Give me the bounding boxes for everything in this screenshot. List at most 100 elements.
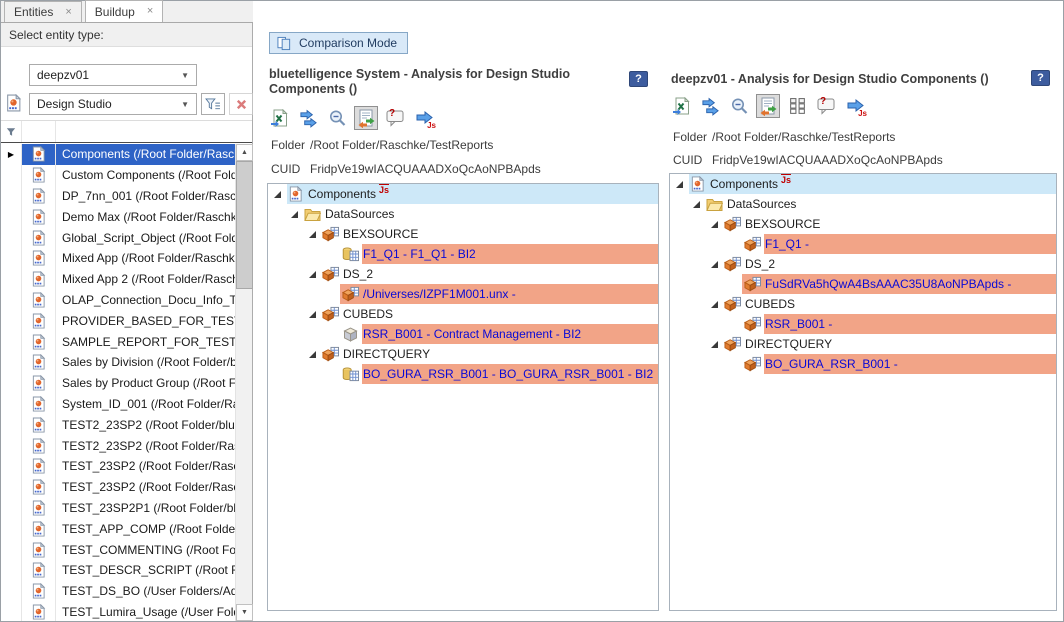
entity-icon: [22, 456, 56, 477]
tree-item-datasources[interactable]: DataSources: [670, 194, 1056, 214]
tree-item-datasource[interactable]: RSR_B001 -: [670, 314, 1056, 334]
tree-item-datasource[interactable]: F1_Q1 - F1_Q1 - BI2: [268, 244, 658, 264]
entity-icon: [22, 269, 56, 290]
tree-item-datasource[interactable]: BO_GURA_RSR_B001 -: [670, 354, 1056, 374]
filter-cell[interactable]: [22, 121, 56, 142]
compare-toggle-button[interactable]: [354, 106, 378, 130]
grid-view-icon: [788, 97, 807, 116]
list-item[interactable]: TEST2_23SP2 (/Root Folder/bluetellig: [1, 414, 235, 435]
comparison-mode-label: Comparison Mode: [299, 36, 397, 50]
help-icon[interactable]: ?: [1031, 70, 1050, 86]
filter-settings-button[interactable]: [201, 93, 225, 115]
js-badge: Js: [781, 174, 791, 185]
grid-view-button[interactable]: [785, 94, 809, 118]
transfer-button[interactable]: [698, 94, 722, 118]
comparison-mode-button[interactable]: Comparison Mode: [269, 32, 408, 54]
list-item[interactable]: TEST_COMMENTING (/Root Folder/bl: [1, 539, 235, 560]
tree-item-directquery[interactable]: DIRECTQUERY: [268, 344, 658, 364]
goto-scripts-button[interactable]: Js: [412, 106, 436, 130]
list-scrollbar[interactable]: ▲ ▼: [235, 144, 252, 621]
list-item[interactable]: OLAP_Connection_Docu_Info_Test (/: [1, 290, 235, 311]
tree-item-datasource[interactable]: BO_GURA_RSR_B001 - BO_GURA_RSR_B001 - BI…: [268, 364, 658, 384]
close-icon[interactable]: ×: [147, 6, 153, 17]
system-dropdown[interactable]: deepzv01 ▼: [29, 64, 197, 86]
tree-item-datasource[interactable]: FuSdRVa5hQwA4BsAAAC35U8AoNPBApds -: [670, 274, 1056, 294]
list-item[interactable]: ▶ Components (/Root Folder/Raschke/T: [1, 144, 235, 165]
expander-icon[interactable]: [710, 260, 719, 269]
list-item[interactable]: System_ID_001 (/Root Folder/Raschk: [1, 394, 235, 415]
list-item[interactable]: TEST_DESCR_SCRIPT (/Root Folder/F: [1, 560, 235, 581]
filter-cell[interactable]: [56, 121, 252, 142]
comment-button[interactable]: ?: [814, 94, 838, 118]
list-item[interactable]: Sales by Product Group (/Root Folder: [1, 373, 235, 394]
grid-filter-row[interactable]: [1, 120, 252, 145]
list-item[interactable]: TEST2_23SP2 (/Root Folder/Raschke,: [1, 435, 235, 456]
list-item[interactable]: SAMPLE_REPORT_FOR_TESTING_M (: [1, 331, 235, 352]
list-item[interactable]: TEST_23SP2 (/Root Folder/Raschke/L: [1, 477, 235, 498]
export-excel-button[interactable]: [267, 106, 291, 130]
entity-type-dropdown[interactable]: Design Studio ▼: [29, 93, 197, 115]
tree-item-ds2[interactable]: DS_2: [268, 264, 658, 284]
entity-icon: [22, 310, 56, 331]
tree-item-bexsource[interactable]: BEXSOURCE: [670, 214, 1056, 234]
compare-documents-icon: [276, 36, 293, 51]
tree-item-datasource[interactable]: RSR_B001 - Contract Management - BI2: [268, 324, 658, 344]
datasource-box-icon: [744, 236, 761, 252]
clear-filter-button[interactable]: [229, 93, 253, 115]
help-icon[interactable]: ?: [629, 71, 648, 87]
preview-button[interactable]: [727, 94, 751, 118]
scrollbar-thumb[interactable]: [236, 161, 253, 289]
tree-item-datasource[interactable]: /Universes/IZPF1M001.unx -: [268, 284, 658, 304]
expander-icon[interactable]: [675, 180, 684, 189]
entity-icon: [22, 165, 56, 186]
list-item[interactable]: Custom Components (/Root Folder/Ra: [1, 165, 235, 186]
expander-icon[interactable]: [273, 190, 282, 199]
export-excel-button[interactable]: [669, 94, 693, 118]
list-item[interactable]: TEST_Lumira_Usage (/User Folders/A: [1, 602, 235, 621]
list-item[interactable]: TEST_DS_BO (/User Folders/Administ: [1, 581, 235, 602]
list-item[interactable]: TEST_23SP2P1 (/Root Folder/bluetelli: [1, 498, 235, 519]
scroll-up-button[interactable]: ▲: [236, 144, 253, 161]
folder-value: /Root Folder/Raschke/TestReports: [310, 138, 493, 152]
list-item[interactable]: TEST_APP_COMP (/Root Folder/bluet: [1, 518, 235, 539]
expander-icon[interactable]: [308, 350, 317, 359]
tree-item-directquery[interactable]: DIRECTQUERY: [670, 334, 1056, 354]
tree-item-bexsource[interactable]: BEXSOURCE: [268, 224, 658, 244]
list-item[interactable]: DP_7nn_001 (/Root Folder/Raschke/T: [1, 186, 235, 207]
scroll-down-button[interactable]: ▼: [236, 604, 253, 621]
tab-entities[interactable]: Entities ×: [4, 1, 82, 22]
entity-icon: [22, 352, 56, 373]
list-item[interactable]: Demo Max (/Root Folder/Raschke): [1, 206, 235, 227]
tab-buildup[interactable]: Buildup ×: [85, 0, 163, 22]
tree-item-datasource[interactable]: F1_Q1 -: [670, 234, 1056, 254]
tree-item-cubeds[interactable]: CUBEDS: [268, 304, 658, 324]
tree-item-components[interactable]: Components Js: [268, 184, 658, 204]
compare-toggle-button[interactable]: [756, 94, 780, 118]
expander-icon[interactable]: [710, 300, 719, 309]
expander-icon[interactable]: [692, 200, 701, 209]
list-item[interactable]: Mixed App 2 (/Root Folder/Raschke/D: [1, 269, 235, 290]
close-icon[interactable]: ×: [65, 7, 71, 18]
list-item[interactable]: Global_Script_Object (/Root Folder/R: [1, 227, 235, 248]
tree-item-datasources[interactable]: DataSources: [268, 204, 658, 224]
expander-icon[interactable]: [710, 220, 719, 229]
tree-item-ds2[interactable]: DS_2: [670, 254, 1056, 274]
expander-icon[interactable]: [308, 230, 317, 239]
expander-icon[interactable]: [308, 310, 317, 319]
chevron-down-icon: ▼: [181, 100, 189, 109]
tree-item-cubeds[interactable]: CUBEDS: [670, 294, 1056, 314]
expander-icon[interactable]: [308, 270, 317, 279]
list-item[interactable]: Mixed App (/Root Folder/Raschke/De: [1, 248, 235, 269]
filter-cell[interactable]: [1, 121, 22, 142]
transfer-button[interactable]: [296, 106, 320, 130]
list-item[interactable]: PROVIDER_BASED_FOR_TESTING (/F: [1, 310, 235, 331]
comment-button[interactable]: ?: [383, 106, 407, 130]
datasource-box-icon: [322, 266, 339, 282]
list-item[interactable]: Sales by Division (/Root Folder/bluete: [1, 352, 235, 373]
expander-icon[interactable]: [290, 210, 299, 219]
goto-scripts-button[interactable]: Js: [843, 94, 867, 118]
expander-icon[interactable]: [710, 340, 719, 349]
preview-button[interactable]: [325, 106, 349, 130]
tree-item-components[interactable]: Components Js: [670, 174, 1056, 194]
list-item[interactable]: TEST_23SP2 (/Root Folder/Raschke/D: [1, 456, 235, 477]
